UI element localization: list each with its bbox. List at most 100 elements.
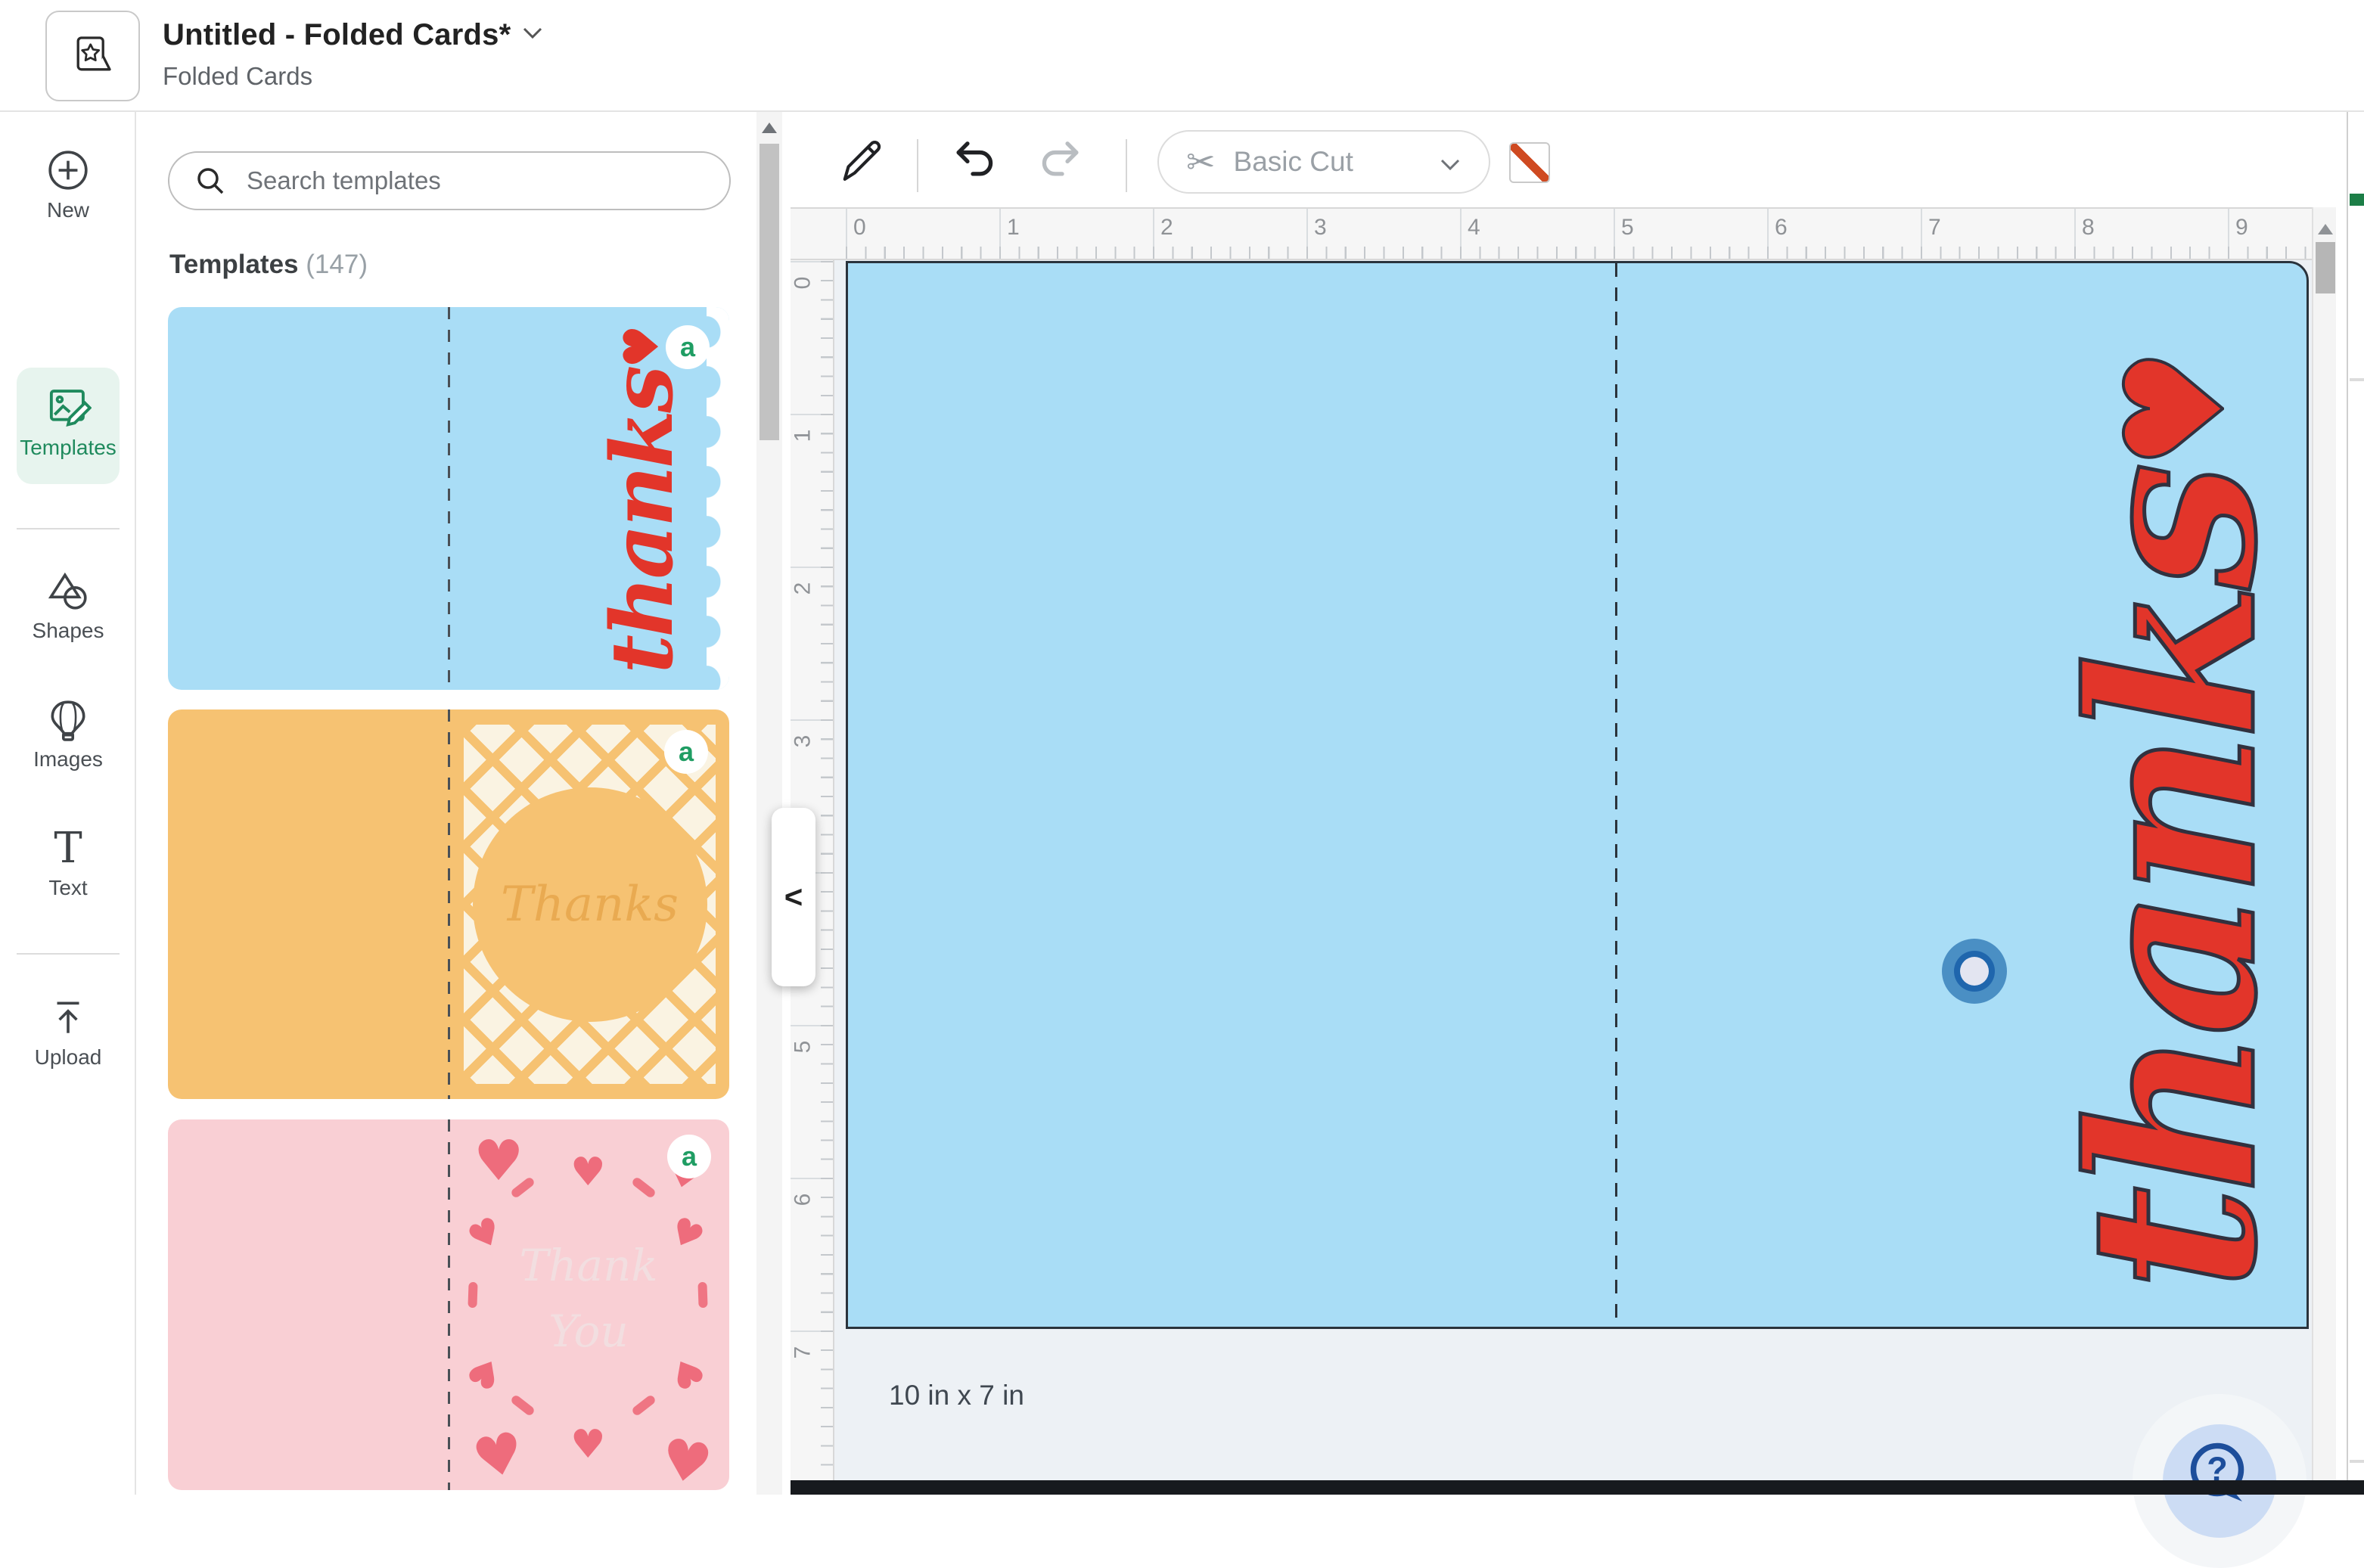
leaf-ornament: [510, 1394, 536, 1417]
hot-air-balloon-icon: [46, 697, 90, 741]
shapes-icon: [46, 569, 90, 613]
sidebar-item-new[interactable]: New: [0, 148, 136, 222]
scrollbar-thumb[interactable]: [760, 144, 779, 440]
sidebar-item-label: Images: [0, 747, 136, 772]
canvas-size-label: 10 in x 7 in: [889, 1380, 1024, 1411]
panel-collapse-handle[interactable]: <: [772, 808, 815, 986]
thanks-script-art[interactable]: thanks♥: [2060, 355, 2287, 1290]
sidebar-divider: [17, 528, 120, 529]
h-ruler-number: 2: [1160, 215, 1173, 241]
lattice-pattern: Thanks: [464, 725, 716, 1084]
project-subtitle: Folded Cards: [163, 62, 312, 91]
home-logo-button[interactable]: [45, 11, 140, 101]
sidebar-item-label: Templates: [0, 436, 136, 460]
search-input[interactable]: [247, 166, 701, 195]
anchor-ring: [1954, 951, 1995, 992]
fold-line: [448, 307, 450, 690]
wreath-heart: ♥: [570, 1153, 606, 1192]
h-ruler-number: 0: [853, 215, 866, 241]
leaf-ornament: [631, 1176, 657, 1199]
chevron-down-icon: [1439, 157, 1462, 172]
search-templates-box[interactable]: [168, 151, 731, 210]
sidebar-item-text[interactable]: T Text: [0, 827, 136, 900]
search-icon: [194, 164, 227, 197]
sidebar-item-images[interactable]: Images: [0, 697, 136, 772]
scrollbar-thumb[interactable]: [2316, 242, 2335, 293]
templates-heading: Templates (147): [169, 250, 368, 280]
h-ruler-number: 7: [1928, 215, 1941, 241]
corner-heart: ♥: [468, 1424, 529, 1489]
h-ruler-number: 6: [1775, 215, 1788, 241]
templates-scrollbar: [756, 112, 782, 1495]
scallop-edge: [707, 307, 729, 690]
question-bubble-icon: ?: [2183, 1438, 2256, 1511]
right-edge-rail: [2347, 112, 2364, 1480]
card-fold-line: [1615, 263, 1617, 1327]
templates-count: (147): [306, 250, 368, 279]
sidebar-item-templates[interactable]: Templates: [0, 383, 136, 460]
templates-panel: Templates (147) thanks♥ a Thanks a ♥ ♥ ♥…: [136, 112, 791, 1495]
cricut-access-badge: a: [666, 325, 710, 369]
h-ruler-number: 9: [2235, 215, 2248, 241]
sidebar-divider: [17, 953, 120, 955]
scroll-up-arrow-icon[interactable]: [2318, 224, 2333, 234]
scissors-icon: ✂: [1186, 141, 1216, 182]
design-card[interactable]: thanks♥: [846, 261, 2309, 1329]
left-sidebar: New Templates Shapes Images T Text: [0, 112, 136, 1495]
workspace: thanks♥ 10 in x 7 in: [834, 260, 2312, 1480]
corner-heart: ♥: [474, 1133, 523, 1189]
edit-pencil-button[interactable]: [836, 135, 886, 188]
v-ruler-number: 5: [790, 1041, 815, 1054]
cricut-access-badge: a: [664, 730, 708, 774]
fold-line: [448, 709, 450, 1099]
templates-icon: [45, 383, 92, 430]
heart-dot: ♥: [2097, 355, 2255, 469]
v-ruler-number: 6: [790, 1194, 815, 1206]
template-card-blue-thanks[interactable]: thanks♥ a: [168, 307, 729, 690]
corner-heart: ♥: [657, 1430, 716, 1490]
toolbar-divider: [917, 139, 918, 192]
leaf-ornament: [631, 1394, 657, 1417]
title-chevron-down-icon[interactable]: [521, 25, 544, 45]
h-ruler-number: 5: [1621, 215, 1634, 241]
anchor-core: [1960, 957, 1989, 986]
v-ruler-number: 7: [790, 1346, 815, 1359]
sidebar-item-label: Upload: [0, 1045, 136, 1070]
rail-tick: [2350, 1460, 2364, 1463]
cricut-access-badge: a: [667, 1135, 711, 1178]
templates-heading-label: Templates: [169, 250, 299, 279]
thanks-medallion: Thanks: [473, 787, 707, 1022]
canvas-area: ✂ Basic Cut 0123456789 01234567 thanks♥ …: [791, 112, 2364, 1495]
scroll-up-arrow-icon[interactable]: [762, 123, 777, 133]
selection-anchor-dot[interactable]: [1942, 939, 2007, 1004]
upload-icon: [46, 995, 90, 1039]
h-ruler: 0123456789: [834, 207, 2312, 260]
linetype-color-swatch[interactable]: [1509, 142, 1550, 183]
undo-button[interactable]: [948, 135, 998, 188]
linetype-dropdown[interactable]: ✂ Basic Cut: [1157, 130, 1490, 194]
leaf-ornament: [468, 1282, 477, 1308]
h-ruler-number: 8: [2082, 215, 2095, 241]
redo-button[interactable]: [1037, 135, 1087, 188]
toolbar-divider: [1126, 139, 1127, 192]
thank-you-script: Thank You: [483, 1233, 694, 1365]
leaf-ornament: [697, 1282, 707, 1308]
wreath-heart: ♥: [570, 1425, 606, 1464]
sidebar-item-label: Shapes: [0, 619, 136, 643]
heart-dot: ♥: [614, 328, 670, 368]
h-ruler-number: 4: [1468, 215, 1480, 241]
text-tool-icon: T: [0, 827, 136, 870]
sidebar-item-shapes[interactable]: Shapes: [0, 569, 136, 643]
template-card-pink-wreath[interactable]: ♥ ♥ ♥ ♥ ♥ ♥ ♥ ♥ ♥ ♥ Thank You a: [168, 1119, 729, 1490]
sidebar-item-label: New: [0, 198, 136, 222]
thanks-script-art: thanks♥: [601, 328, 685, 673]
v-ruler-number: 0: [790, 277, 815, 290]
h-ruler-number: 3: [1314, 215, 1327, 241]
v-ruler-number: 3: [790, 735, 815, 748]
template-card-orange-lattice[interactable]: Thanks a: [168, 709, 729, 1099]
bottom-dark-strip: [791, 1480, 2364, 1495]
sidebar-item-upload[interactable]: Upload: [0, 995, 136, 1070]
v-ruler-number: 1: [790, 430, 815, 442]
v-ruler-number: 2: [790, 582, 815, 595]
project-title: Untitled - Folded Cards*: [163, 18, 511, 52]
